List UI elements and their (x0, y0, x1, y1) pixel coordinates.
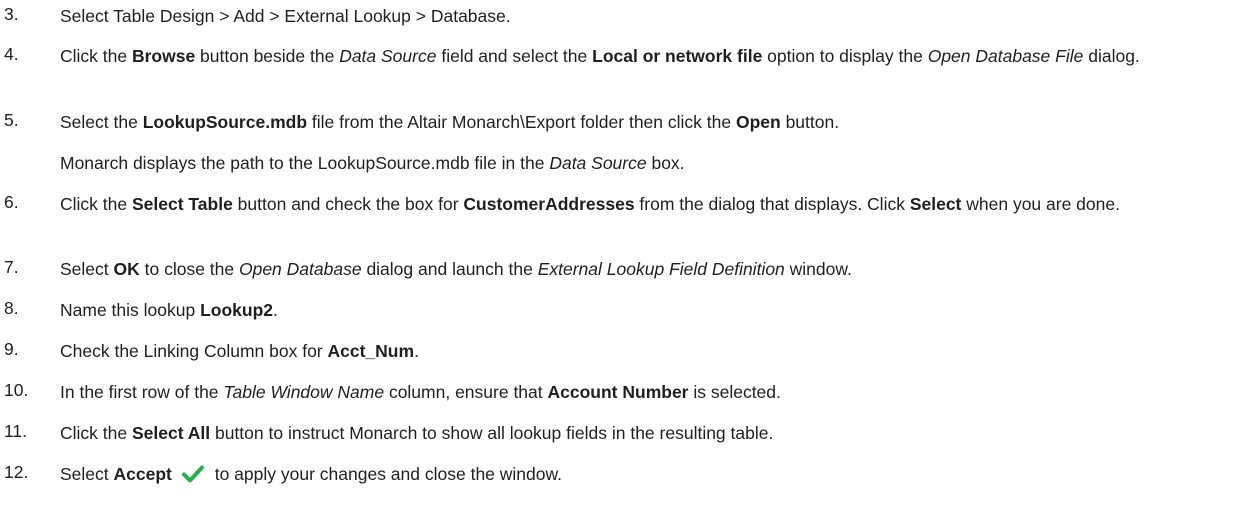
step-text-run: Click the (60, 423, 132, 443)
ui-term: Lookup2 (200, 300, 273, 320)
step-text-run: column, ensure that (384, 382, 548, 402)
step-text-run: button to instruct Monarch to show all l… (210, 423, 774, 443)
ui-term: Local or network file (592, 46, 763, 66)
step-text-run: dialog and launch the (361, 259, 538, 279)
step-text-run: Monarch displays the path to the LookupS… (60, 153, 550, 173)
step-text-run: field and select the (436, 46, 593, 66)
step-text: Monarch displays the path to the LookupS… (60, 151, 1210, 175)
ui-term: Acct_Num (327, 341, 415, 361)
step-text-run: Name this lookup (60, 300, 201, 320)
step-text-run: dialog. (1083, 46, 1140, 66)
ui-reference: Open Database File (927, 46, 1084, 66)
step-text-run: Select (60, 259, 114, 279)
step-text-run: to close the (139, 259, 239, 279)
step-number: 3. (4, 4, 19, 24)
ui-reference: External Lookup Field Definition (537, 259, 785, 279)
ui-term: CustomerAddresses (463, 194, 635, 214)
ui-reference: Data Source (549, 153, 647, 173)
step-text-run: Check the Linking Column box for (60, 341, 328, 361)
ui-term: Accept (113, 464, 172, 484)
checkmark-icon (181, 465, 204, 483)
step-text-run: In the first row of the (60, 382, 224, 402)
ui-term: Open (735, 112, 781, 132)
step-text: Click the Select All button to instruct … (60, 421, 1210, 445)
step-text-run: file from the Altair Monarch\Export fold… (307, 112, 736, 132)
step-number: 10. (4, 380, 29, 400)
step-number: 6. (4, 192, 19, 212)
step-number: 12. (4, 462, 29, 482)
step-text-run: Select the (60, 112, 143, 132)
step-text-run: to apply your changes and close the wind… (209, 464, 563, 484)
step-text-run: . (414, 341, 419, 361)
step-number: 7. (4, 257, 19, 277)
step-text-run: box. (646, 153, 685, 173)
ui-reference: Open Database (238, 259, 362, 279)
step-text-run: is selected. (688, 382, 781, 402)
step-text: In the first row of the Table Window Nam… (60, 380, 1210, 404)
step-number: 9. (4, 339, 19, 359)
step-number: 5. (4, 110, 19, 130)
step-text-run: button beside the (195, 46, 340, 66)
ui-term: OK (113, 259, 140, 279)
step-number: 4. (4, 44, 19, 64)
step-text: Click the Browse button beside the Data … (60, 44, 1210, 68)
ui-term: Select (909, 194, 962, 214)
step-number: 11. (4, 421, 28, 441)
step-text: Select the LookupSource.mdb file from th… (60, 110, 1210, 134)
step-text-run: button and check the box for (232, 194, 464, 214)
step-text-run: window. (784, 259, 852, 279)
ui-term: Select All (131, 423, 211, 443)
step-text: Name this lookup Lookup2. (60, 298, 1210, 322)
step-text-run: button. (780, 112, 840, 132)
step-text-run: when you are done. (961, 194, 1120, 214)
step-text-run: option to display the (762, 46, 928, 66)
step-text: Select OK to close the Open Database dia… (60, 257, 1210, 281)
ui-term: LookupSource.mdb (142, 112, 308, 132)
step-text: Check the Linking Column box for Acct_Nu… (60, 339, 1210, 363)
step-text-run: . (273, 300, 278, 320)
step-text: Select Table Design > Add > External Loo… (60, 4, 1210, 28)
step-text: Select Accept to apply your changes and … (60, 462, 1210, 486)
ui-term: Browse (131, 46, 196, 66)
step-number: 8. (4, 298, 19, 318)
step-text: Click the Select Table button and check … (60, 192, 1210, 216)
step-text-run: Click the (60, 194, 132, 214)
step-text-run: Select Table Design > Add > External Loo… (60, 6, 511, 26)
ui-term: Account Number (547, 382, 689, 402)
step-text-run: Click the (60, 46, 132, 66)
step-text-run: from the dialog that displays. Click (634, 194, 910, 214)
ui-term: Select Table (131, 194, 233, 214)
ui-reference: Data Source (339, 46, 437, 66)
step-text-run: Select (60, 464, 114, 484)
ui-reference: Table Window Name (223, 382, 385, 402)
